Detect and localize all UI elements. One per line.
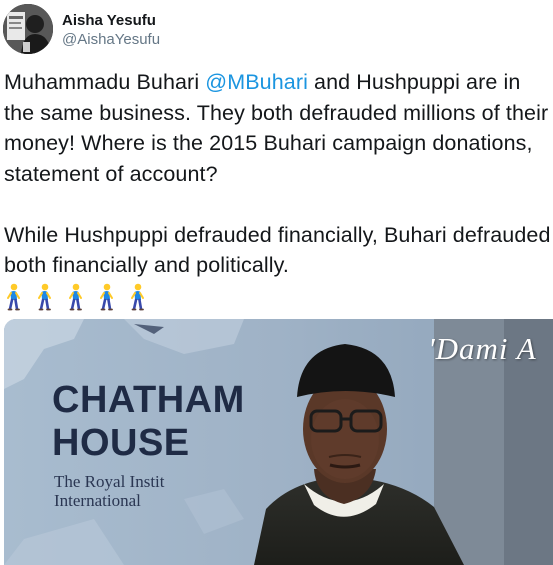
tweet-paragraph-1: Muhammadu Buhari @MBuhari and Hushpuppi … bbox=[4, 67, 552, 189]
tweet-paragraph-2: While Hushpuppi defrauded financially, B… bbox=[4, 222, 551, 278]
author-handle[interactable]: @AishaYesufu bbox=[62, 30, 160, 50]
person-walking-icon bbox=[4, 283, 23, 311]
person-walking-icon bbox=[35, 283, 54, 311]
person-walking-icon bbox=[128, 283, 147, 311]
video-watermark: 'Dami A bbox=[428, 331, 537, 366]
avatar[interactable] bbox=[3, 4, 53, 54]
avatar-image bbox=[3, 4, 53, 54]
tweet-text-segment: Muhammadu Buhari bbox=[4, 70, 206, 94]
emoji-row bbox=[4, 283, 552, 311]
sign-subtitle-2: International bbox=[54, 491, 141, 510]
sign-subtitle-1: The Royal Instit bbox=[54, 472, 165, 491]
person-walking-icon bbox=[66, 283, 85, 311]
sign-chatham: CHATHAM bbox=[52, 379, 245, 421]
tweet-header: Aisha Yesufu @AishaYesufu bbox=[3, 4, 543, 54]
author-names: Aisha Yesufu @AishaYesufu bbox=[62, 12, 160, 50]
mention-link[interactable]: @MBuhari bbox=[205, 70, 308, 94]
tweet-media[interactable]: CHATHAM HOUSE The Royal Instit Internati… bbox=[4, 319, 553, 565]
person-walking-icon bbox=[97, 283, 116, 311]
display-name[interactable]: Aisha Yesufu bbox=[62, 12, 160, 30]
sign-house: HOUSE bbox=[52, 422, 190, 464]
tweet-text: Muhammadu Buhari @MBuhari and Hushpuppi … bbox=[4, 67, 552, 311]
